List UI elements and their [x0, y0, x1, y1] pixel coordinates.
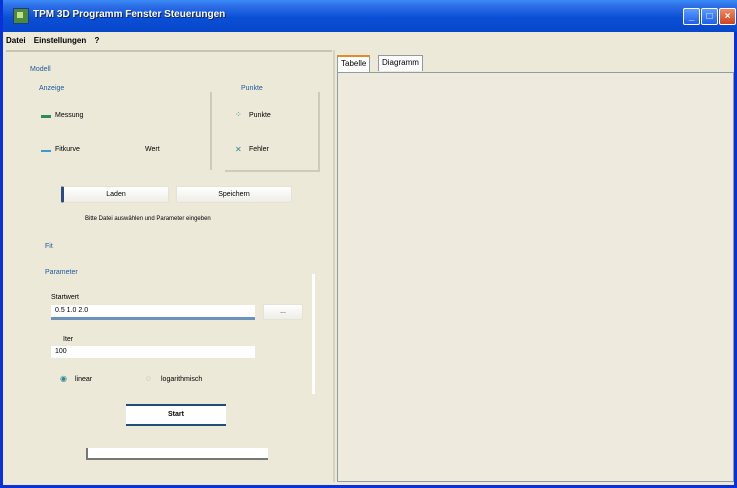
- cross-icon: ✕: [235, 145, 242, 154]
- tab-diagramm[interactable]: Diagramm: [378, 55, 423, 71]
- menu-item-einstellungen[interactable]: Einstellungen: [34, 36, 86, 45]
- title-bar[interactable]: TPM 3D Programm Fenster Steuerungen _ □ …: [3, 0, 737, 32]
- app-icon: [13, 8, 29, 24]
- app-window: TPM 3D Programm Fenster Steuerungen _ □ …: [0, 0, 737, 488]
- hint-text: Bitte Datei auswählen und Parameter eing…: [85, 216, 211, 222]
- maximize-button[interactable]: □: [701, 8, 718, 25]
- legend-label-messung: Messung: [55, 112, 84, 119]
- section-title-parameter: Parameter: [45, 269, 78, 276]
- minimize-button[interactable]: _: [683, 8, 700, 25]
- legend-swatch-messung: [41, 115, 51, 118]
- save-button[interactable]: Speichern: [176, 186, 292, 203]
- legend-label-punkte: Punkte: [249, 112, 271, 119]
- radio-log-label[interactable]: logarithmisch: [161, 376, 202, 383]
- table-panel: [337, 72, 734, 482]
- startwert-field[interactable]: 0.5 1.0 2.0: [51, 305, 255, 320]
- dots-icon: ⁘: [235, 110, 242, 119]
- radio-linear-icon[interactable]: ◉: [60, 374, 67, 383]
- group-title-punkte: Punkte: [241, 85, 263, 92]
- iter-field[interactable]: 100: [51, 346, 255, 358]
- start-button[interactable]: Start: [126, 404, 226, 426]
- browse-button[interactable]: ...: [263, 304, 303, 320]
- menu-divider: [6, 50, 332, 52]
- load-button[interactable]: Laden: [61, 186, 169, 203]
- menu-bar: Datei Einstellungen ?: [6, 36, 332, 48]
- close-button[interactable]: ×: [719, 8, 736, 25]
- menu-item-help[interactable]: ?: [94, 36, 99, 45]
- param-label-startwert: Startwert: [51, 294, 80, 301]
- radio-linear-label[interactable]: linear: [75, 376, 92, 383]
- legend-value: Wert: [145, 146, 160, 153]
- vertical-scrollbar[interactable]: [312, 274, 315, 394]
- section-title-fit: Fit: [45, 243, 53, 250]
- tab-tabelle[interactable]: Tabelle: [337, 55, 371, 72]
- progress-bar: [86, 448, 268, 460]
- menu-item-datei[interactable]: Datei: [6, 36, 26, 45]
- group-title-anzeige: Anzeige: [39, 85, 65, 92]
- window-title: TPM 3D Programm Fenster Steuerungen: [33, 9, 226, 20]
- param-label-iter: Iter: [63, 336, 74, 343]
- section-title-modell: Modell: [30, 66, 51, 73]
- legend-label-fitkurve: Fitkurve: [55, 146, 80, 153]
- points-group: [225, 92, 320, 172]
- panel-splitter[interactable]: [333, 50, 335, 482]
- radio-log-icon[interactable]: ◌: [146, 374, 151, 383]
- legend-label-fehler: Fehler: [249, 146, 269, 153]
- legend-swatch-fitkurve: [41, 150, 51, 152]
- group-divider: [210, 92, 212, 170]
